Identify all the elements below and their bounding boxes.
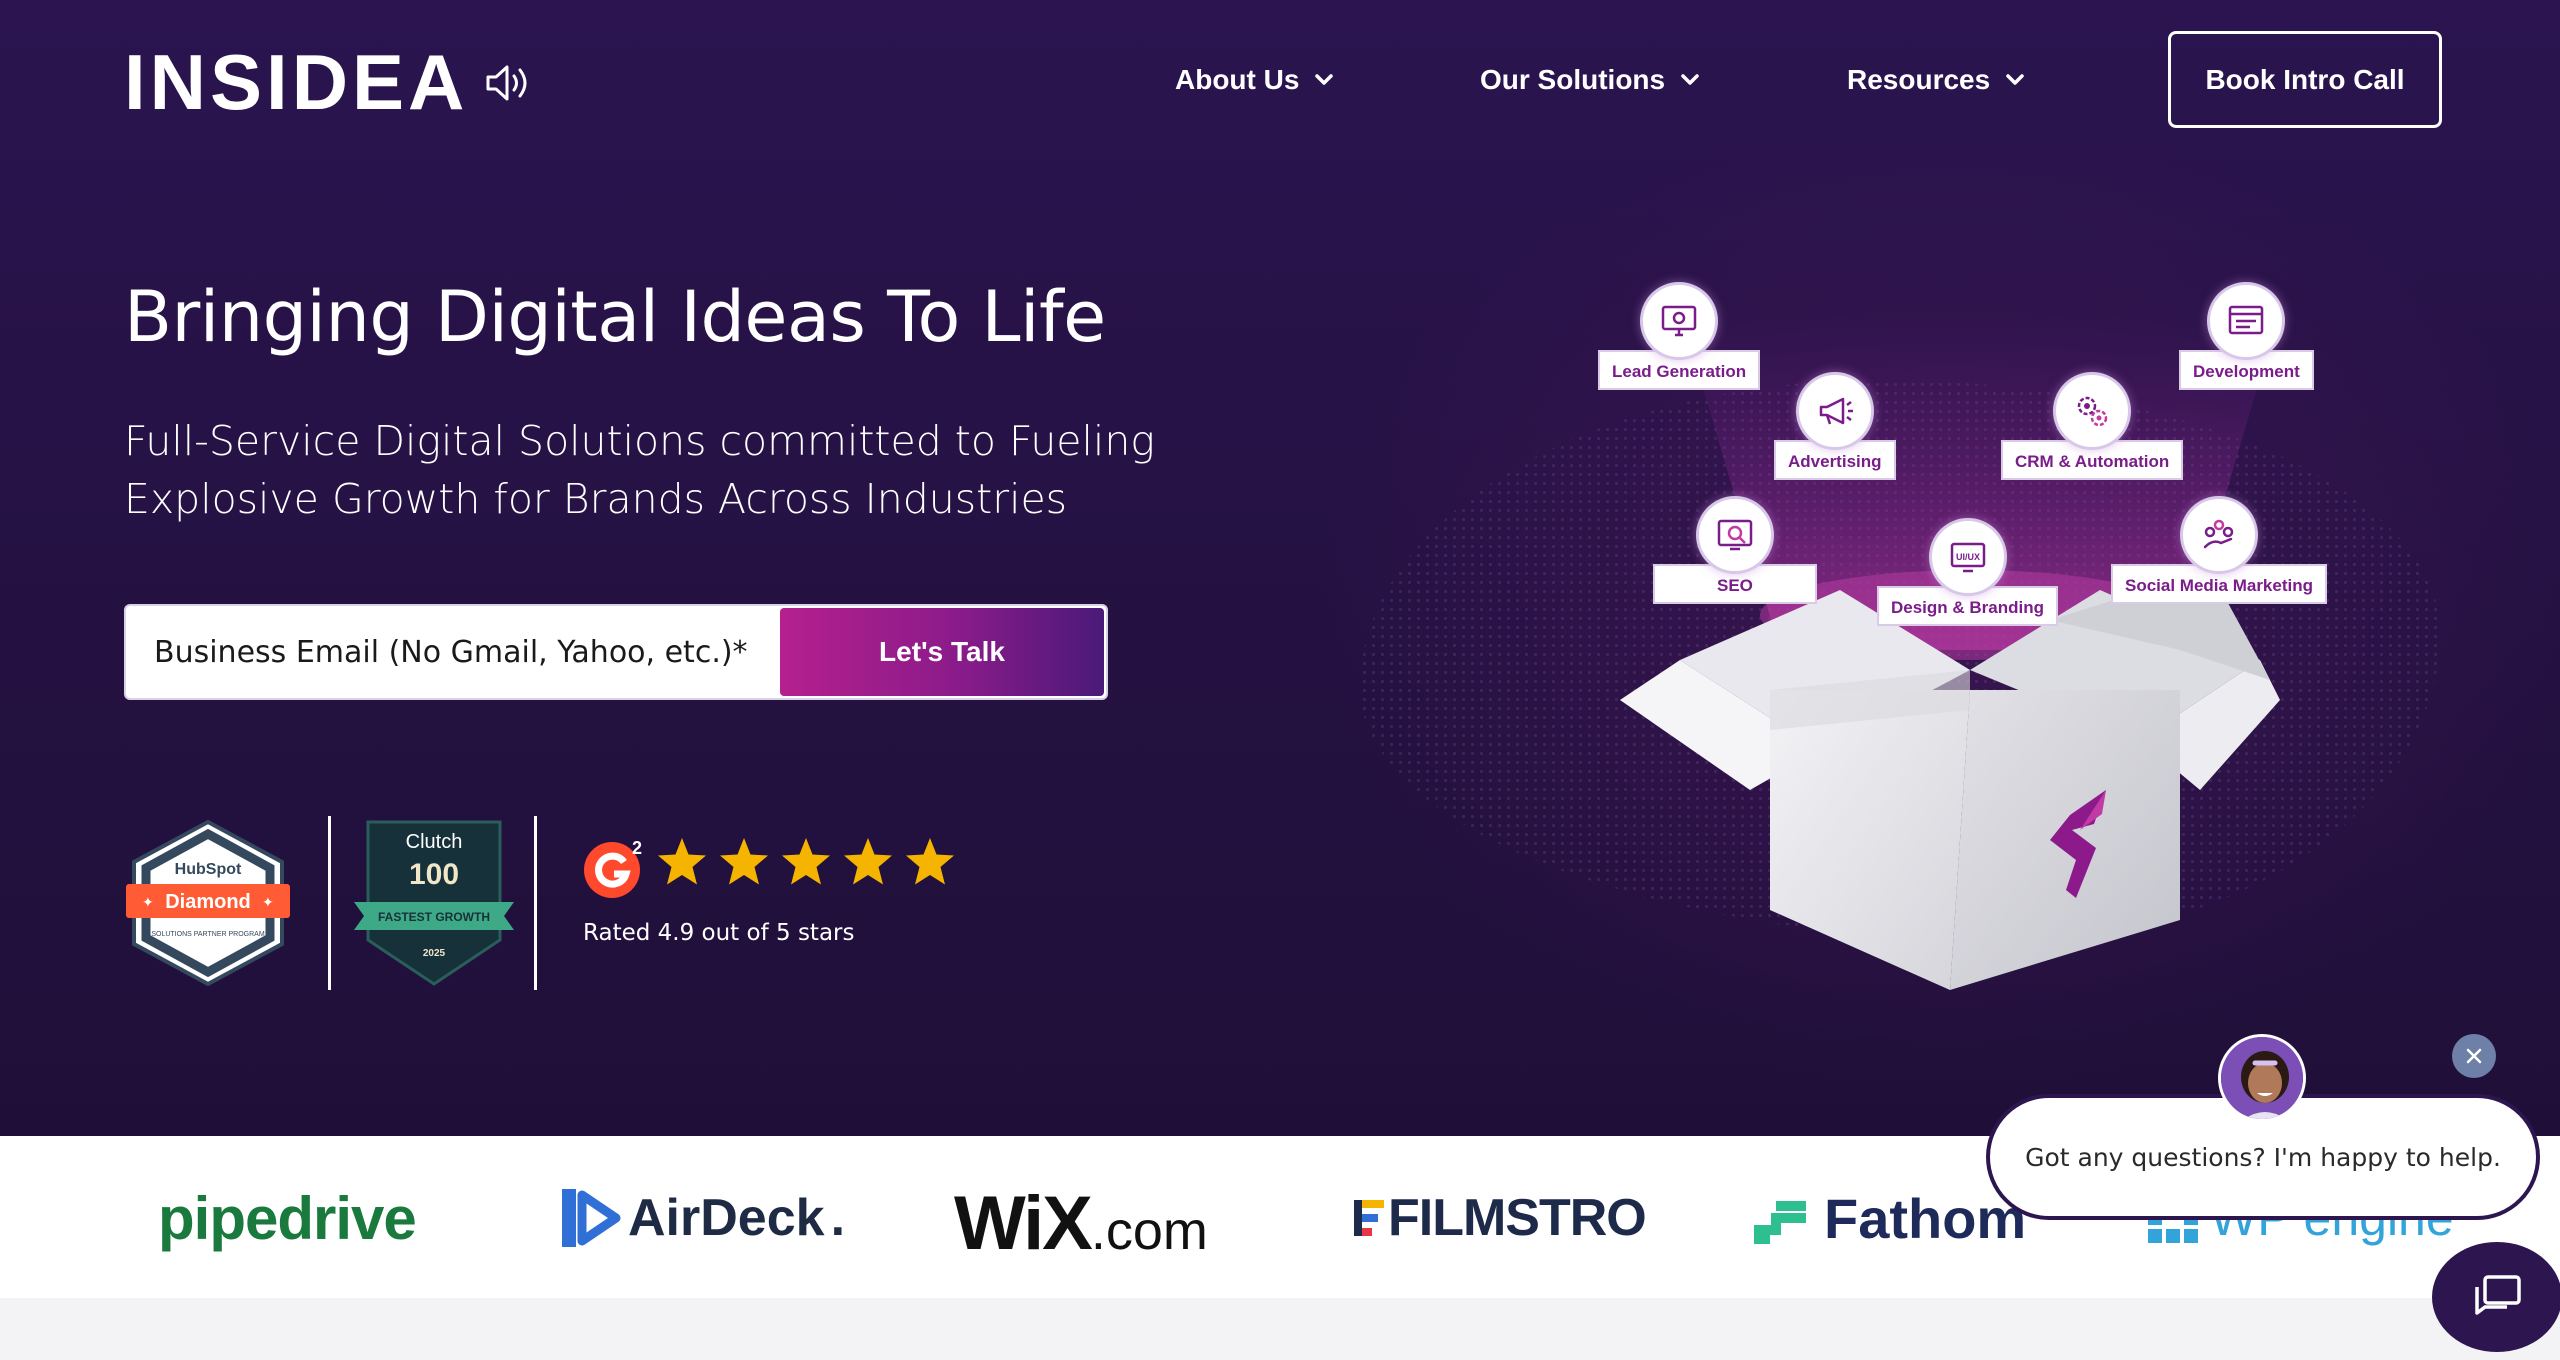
chevron-down-icon (2006, 74, 2024, 85)
insidea-logo[interactable]: INSIDEA (124, 43, 468, 121)
partner-name: pipedrive (158, 1184, 417, 1252)
chevron-down-icon (1315, 74, 1334, 85)
hero-section: INSIDEA About Us Our Solutions Resources… (0, 0, 2560, 1136)
partner-name: FILMSTRO (1388, 1189, 1647, 1247)
nav-our-solutions[interactable]: Our Solutions (1480, 60, 1699, 100)
partner-logo-fathom: Fathom (1750, 1180, 2026, 1256)
speaker-icon[interactable] (484, 62, 530, 104)
ui-ux-monitor-icon: UI/UX (1928, 518, 2007, 596)
partner-logo-wix: WiX .com (954, 1180, 1208, 1266)
star-icon (658, 838, 706, 885)
g2-star-rating (656, 836, 956, 888)
analytics-monitor-icon (1695, 496, 1774, 574)
service-development: Development (2179, 282, 2314, 390)
megaphone-icon (1795, 372, 1874, 450)
service-seo: SEO (1653, 496, 1817, 604)
clutch-100-badge: Clutch 100 FASTEST GROWTH 2025 (354, 820, 514, 986)
hand-network-icon (2180, 496, 2258, 574)
svg-text:✦: ✦ (262, 894, 274, 910)
badge-divider (534, 816, 537, 990)
chat-icon (2475, 1275, 2521, 1315)
hubspot-diamond-badge: HubSpot Diamond ✦ ✦ SOLUTIONS PARTNER PR… (126, 819, 290, 987)
star-icon (782, 838, 830, 885)
service-crm-automation: CRM & Automation (2001, 372, 2184, 480)
page-bottom-band (0, 1298, 2560, 1360)
chat-agent-avatar (2218, 1034, 2306, 1122)
hero-subtitle-line-1: Full-Service Digital Solutions committed… (124, 417, 1155, 465)
g2-rating-text: Rated 4.9 out of 5 stars (583, 920, 855, 946)
partner-suffix: .com (1090, 1201, 1208, 1261)
clutch-year-text: 2025 (423, 948, 446, 959)
hero-subtitle-line-2: Explosive Growth for Brands Across Indus… (124, 475, 1068, 523)
partner-logo-airdeck: AirDeck. (556, 1180, 845, 1256)
g2-logo-icon: 2 (584, 838, 642, 898)
airdeck-mark-icon (562, 1189, 621, 1247)
nav-resources-label: Resources (1847, 64, 1991, 95)
hubspot-program-text: SOLUTIONS PARTNER PROGRAM (151, 931, 264, 938)
star-icon (906, 838, 954, 885)
service-design-branding: UI/UX Design & Branding (1877, 518, 2059, 626)
clutch-number-text: 100 (409, 858, 459, 891)
email-signup-form: Let's Talk (124, 604, 1108, 700)
partner-suffix: . (830, 1189, 846, 1247)
partner-name: AirDeck (628, 1189, 825, 1247)
close-icon (2466, 1048, 2482, 1064)
service-advertising: Advertising (1774, 372, 1896, 480)
star-icon (720, 838, 768, 885)
hero-subtitle: Full-Service Digital Solutions committed… (124, 412, 1224, 528)
hero-title: Bringing Digital Ideas To Life (124, 276, 1106, 358)
star-icon (844, 838, 892, 885)
monitor-gear-icon (1640, 282, 1719, 360)
fathom-mark-icon (1754, 1201, 1806, 1244)
chat-close-button[interactable] (2452, 1034, 2496, 1078)
book-intro-call-button[interactable]: Book Intro Call (2168, 31, 2442, 128)
chevron-down-icon (1681, 74, 1699, 85)
gears-icon (2053, 372, 2132, 450)
chat-launcher-button[interactable] (2432, 1242, 2560, 1352)
service-social-media-marketing: Social Media Marketing (2111, 496, 2327, 604)
badge-divider (328, 816, 331, 990)
svg-text:✦: ✦ (142, 894, 154, 910)
svg-text:UI/UX: UI/UX (1955, 552, 1979, 562)
business-email-input[interactable] (126, 606, 778, 698)
nav-resources[interactable]: Resources (1847, 60, 2024, 100)
partner-logo-filmstro: FILMSTRO (1352, 1180, 1647, 1256)
nav-our-solutions-label: Our Solutions (1480, 64, 1666, 95)
partner-name: Fathom (1824, 1186, 2027, 1250)
nav-about-us[interactable]: About Us (1175, 60, 1334, 100)
chat-greeting-text: Got any questions? I'm happy to help. (2025, 1142, 2501, 1172)
hubspot-tier-text: Diamond (165, 891, 251, 913)
filmstro-mark-icon (1354, 1200, 1384, 1236)
service-lead-generation: Lead Generation (1598, 282, 1761, 390)
clutch-ribbon-text: FASTEST GROWTH (378, 910, 490, 924)
svg-text:2: 2 (632, 838, 642, 858)
lets-talk-button[interactable]: Let's Talk (780, 608, 1104, 696)
nav-about-us-label: About Us (1175, 64, 1300, 95)
partner-logo-pipedrive: pipedrive (158, 1180, 417, 1256)
browser-window-icon (2207, 282, 2286, 360)
clutch-brand-text: Clutch (406, 831, 463, 853)
hubspot-brand-text: HubSpot (175, 861, 242, 878)
partner-name: WiX (954, 1181, 1093, 1266)
